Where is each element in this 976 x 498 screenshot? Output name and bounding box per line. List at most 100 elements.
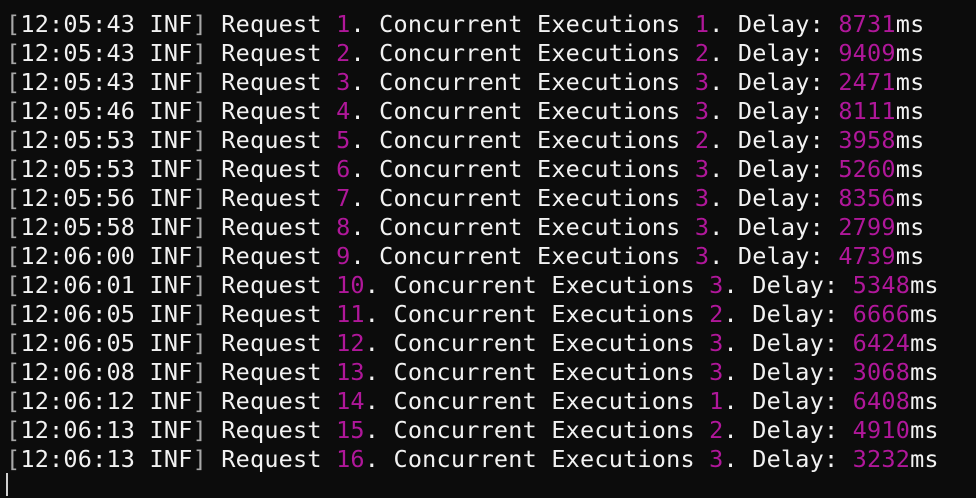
concurrent-label: Concurrent Executions <box>393 416 695 444</box>
concurrent-label: Concurrent Executions <box>379 155 681 183</box>
timestamp: 12:06:00 <box>20 242 136 270</box>
request-number: 13 <box>336 358 365 386</box>
delay-label: Delay: <box>737 68 824 96</box>
concurrent-label: Concurrent Executions <box>379 10 681 38</box>
delay-unit: ms <box>910 329 939 357</box>
concurrent-count: 3 <box>694 213 710 241</box>
delay-label: Delay: <box>752 445 839 473</box>
concurrent-label: Concurrent Executions <box>379 213 681 241</box>
log-level: INF <box>149 97 193 125</box>
delay-label: Delay: <box>752 358 839 386</box>
concurrent-label: Concurrent Executions <box>379 97 681 125</box>
delay-value: 9409 <box>838 39 896 67</box>
delay-label: Delay: <box>737 213 824 241</box>
delay-value: 6408 <box>852 387 911 415</box>
request-label: Request <box>221 329 322 357</box>
delay-unit: ms <box>910 358 939 386</box>
delay-value: 4910 <box>852 416 911 444</box>
log-level: INF <box>149 445 193 473</box>
concurrent-count: 1 <box>694 10 710 38</box>
log-line: [12:05:53 INF] Request 6. Concurrent Exe… <box>6 155 925 183</box>
log-level: INF <box>149 416 193 444</box>
request-number: 12 <box>336 329 365 357</box>
timestamp: 12:06:01 <box>20 271 136 299</box>
terminal-window[interactable]: [12:05:43 INF] Request 1. Concurrent Exe… <box>0 0 976 498</box>
concurrent-count: 3 <box>709 358 724 386</box>
concurrent-count: 1 <box>709 387 724 415</box>
concurrent-count: 2 <box>694 126 710 154</box>
request-label: Request <box>221 271 322 299</box>
concurrent-count: 3 <box>694 97 710 125</box>
concurrent-label: Concurrent Executions <box>379 68 681 96</box>
request-number: 1 <box>336 10 351 38</box>
request-number: 6 <box>336 155 351 183</box>
delay-label: Delay: <box>737 39 824 67</box>
timestamp: 12:06:12 <box>20 387 136 415</box>
log-level: INF <box>149 271 193 299</box>
request-label: Request <box>221 416 322 444</box>
log-level: INF <box>149 184 193 212</box>
request-number: 4 <box>336 97 351 125</box>
log-level: INF <box>149 242 193 270</box>
timestamp: 12:06:05 <box>20 329 136 357</box>
log-level: INF <box>149 387 193 415</box>
timestamp: 12:05:46 <box>20 97 136 125</box>
concurrent-label: Concurrent Executions <box>393 445 695 473</box>
log-line: [12:06:01 INF] Request 10. Concurrent Ex… <box>6 271 939 299</box>
request-label: Request <box>221 155 322 183</box>
request-number: 11 <box>336 300 365 328</box>
request-label: Request <box>221 97 322 125</box>
timestamp: 12:05:53 <box>20 155 136 183</box>
delay-unit: ms <box>895 213 925 241</box>
log-level: INF <box>149 358 193 386</box>
concurrent-count: 3 <box>694 68 710 96</box>
log-line: [12:06:13 INF] Request 16. Concurrent Ex… <box>6 445 939 473</box>
delay-label: Delay: <box>737 97 824 125</box>
delay-value: 2799 <box>838 213 896 241</box>
log-line: [12:05:43 INF] Request 3. Concurrent Exe… <box>6 68 925 96</box>
delay-unit: ms <box>895 242 925 270</box>
delay-unit: ms <box>910 271 939 299</box>
timestamp: 12:05:58 <box>20 213 136 241</box>
concurrent-count: 3 <box>694 184 710 212</box>
log-line: [12:05:58 INF] Request 8. Concurrent Exe… <box>6 213 925 241</box>
request-number: 3 <box>336 68 351 96</box>
request-number: 2 <box>336 39 351 67</box>
log-line: [12:05:43 INF] Request 1. Concurrent Exe… <box>6 10 925 38</box>
delay-label: Delay: <box>752 271 839 299</box>
log-level: INF <box>149 155 193 183</box>
delay-unit: ms <box>895 184 925 212</box>
concurrent-count: 2 <box>709 416 724 444</box>
delay-unit: ms <box>910 300 939 328</box>
concurrent-label: Concurrent Executions <box>379 39 681 67</box>
request-number: 16 <box>336 445 365 473</box>
log-level: INF <box>149 68 193 96</box>
timestamp: 12:06:13 <box>20 416 136 444</box>
timestamp: 12:05:43 <box>20 39 136 67</box>
log-line: [12:06:00 INF] Request 9. Concurrent Exe… <box>6 242 925 270</box>
delay-unit: ms <box>910 416 939 444</box>
request-label: Request <box>221 184 322 212</box>
request-label: Request <box>221 68 322 96</box>
concurrent-label: Concurrent Executions <box>379 184 681 212</box>
delay-unit: ms <box>895 68 925 96</box>
delay-value: 2471 <box>838 68 896 96</box>
log-output: [12:05:43 INF] Request 1. Concurrent Exe… <box>6 10 939 474</box>
request-label: Request <box>221 213 322 241</box>
timestamp: 12:05:43 <box>20 10 136 38</box>
log-level: INF <box>149 39 193 67</box>
timestamp: 12:06:13 <box>20 445 136 473</box>
concurrent-count: 3 <box>709 271 724 299</box>
delay-unit: ms <box>895 39 925 67</box>
concurrent-label: Concurrent Executions <box>379 242 681 270</box>
log-line: [12:05:46 INF] Request 4. Concurrent Exe… <box>6 97 925 125</box>
request-label: Request <box>221 300 322 328</box>
concurrent-label: Concurrent Executions <box>393 329 695 357</box>
timestamp: 12:06:08 <box>20 358 136 386</box>
log-level: INF <box>149 329 193 357</box>
request-number: 10 <box>336 271 365 299</box>
request-label: Request <box>221 10 322 38</box>
log-line: [12:06:12 INF] Request 14. Concurrent Ex… <box>6 387 939 415</box>
timestamp: 12:05:56 <box>20 184 136 212</box>
request-label: Request <box>221 358 322 386</box>
